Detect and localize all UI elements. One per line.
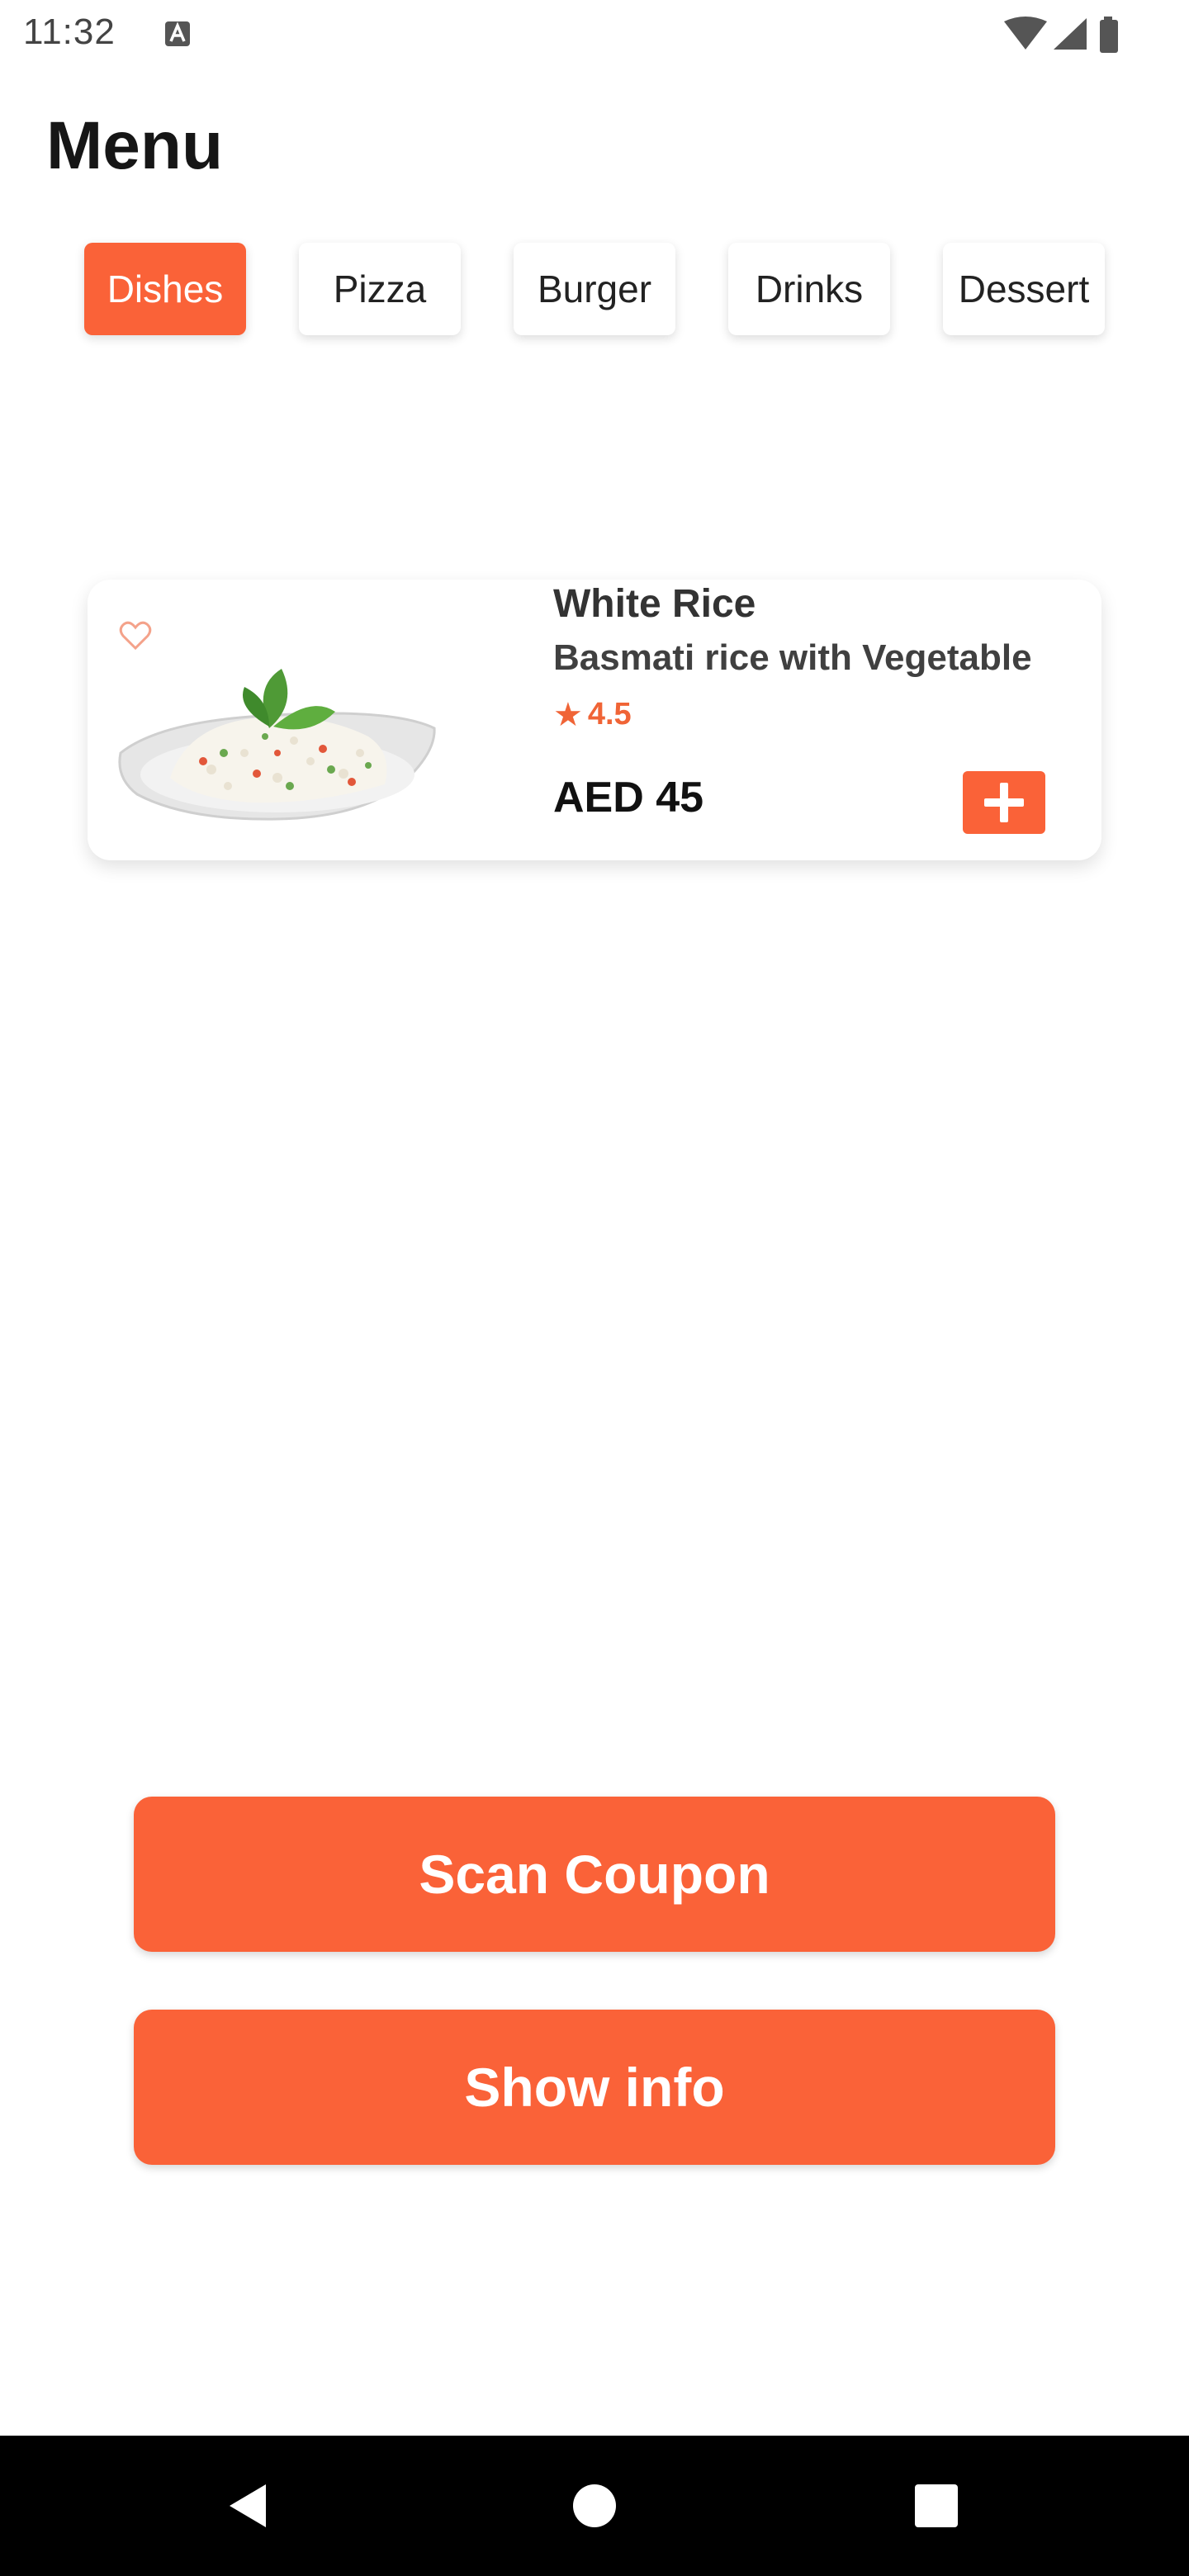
navigation-bar (0, 2436, 1189, 2576)
nav-home-button[interactable] (545, 2436, 644, 2576)
rating-value: 4.5 (587, 697, 632, 732)
tab-dishes[interactable]: Dishes (84, 243, 246, 335)
status-bar: 11:32 (0, 0, 1189, 69)
show-info-button[interactable]: Show info (134, 2010, 1055, 2165)
food-price: AED 45 (553, 774, 704, 822)
wifi-icon (1004, 17, 1047, 50)
back-icon (230, 2484, 266, 2527)
signal-icon (1054, 18, 1087, 50)
status-time: 11:32 (23, 12, 116, 52)
tab-dessert[interactable]: Dessert (943, 243, 1105, 335)
food-name: White Rice (553, 582, 756, 626)
food-description: Basmati rice with Vegetable (553, 637, 1032, 678)
tab-burger[interactable]: Burger (514, 243, 675, 335)
a-notification-icon (165, 21, 190, 46)
status-icons (1004, 17, 1118, 53)
food-rating: ★ 4.5 (553, 697, 632, 732)
rating-star-icon: ★ (553, 696, 583, 733)
home-icon (573, 2484, 616, 2527)
add-to-cart-button[interactable] (963, 771, 1045, 834)
tab-pizza[interactable]: Pizza (299, 243, 461, 335)
nav-recents-button[interactable] (887, 2436, 986, 2576)
battery-icon (1100, 17, 1118, 53)
category-tabs: Dishes Pizza Burger Drinks Dessert (84, 243, 1108, 335)
tab-drinks[interactable]: Drinks (728, 243, 890, 335)
food-image (118, 669, 436, 821)
nav-back-button[interactable] (198, 2436, 297, 2576)
page-title: Menu (46, 108, 224, 183)
scan-coupon-button[interactable]: Scan Coupon (134, 1797, 1055, 1952)
recents-icon (915, 2484, 958, 2527)
heart-icon[interactable] (119, 621, 152, 651)
food-item-card[interactable]: White Rice Basmati rice with Vegetable ★… (88, 580, 1101, 860)
